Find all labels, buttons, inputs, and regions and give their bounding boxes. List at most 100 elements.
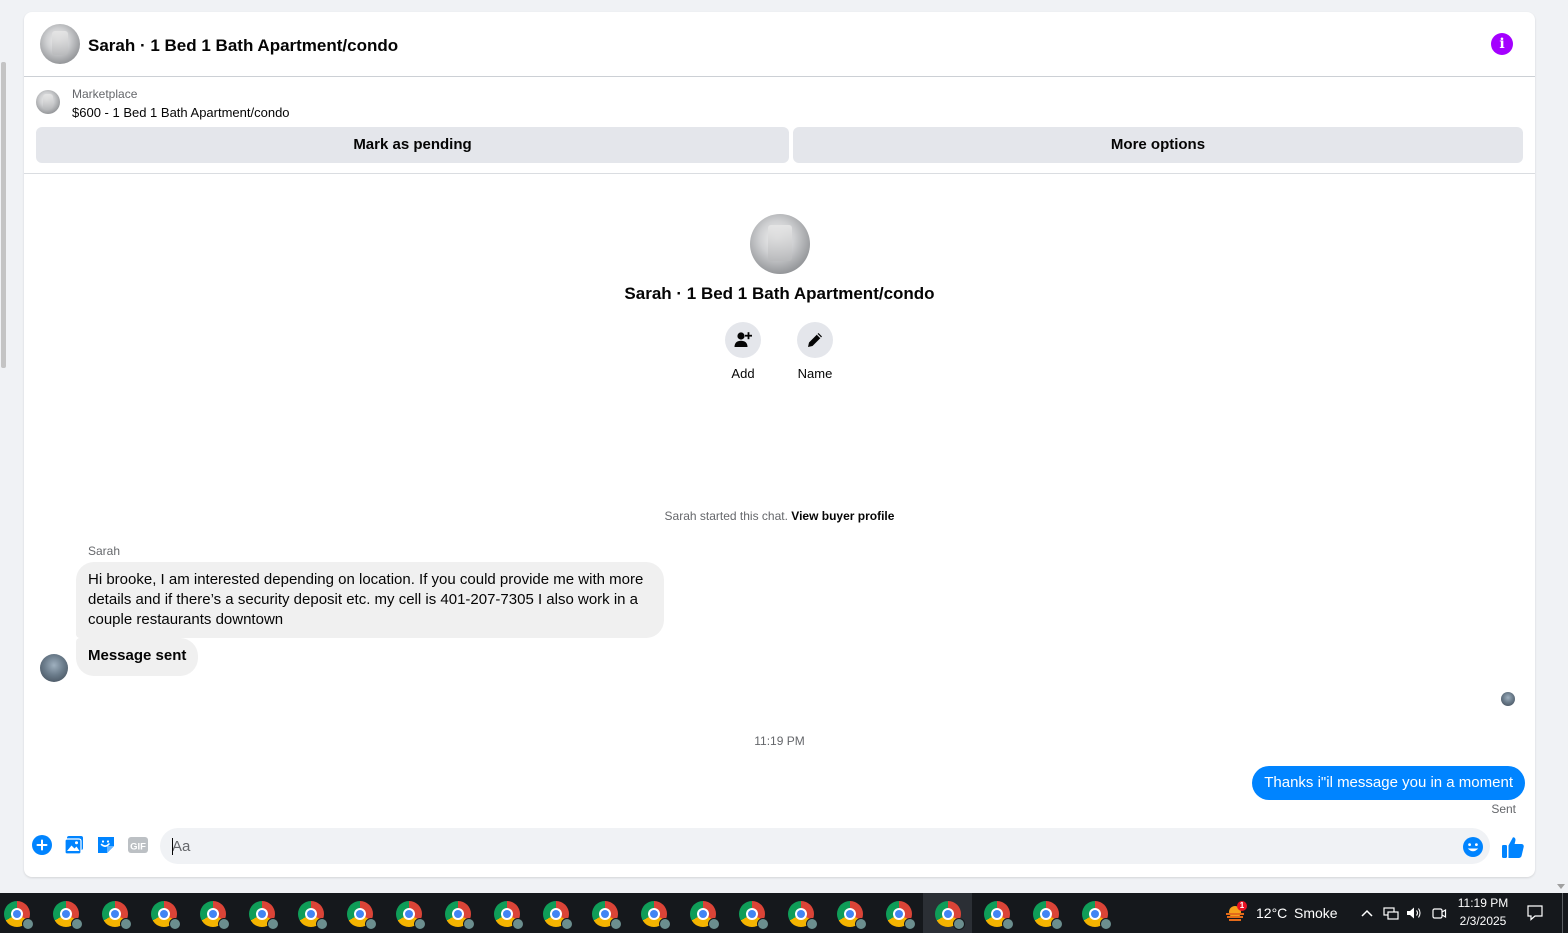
message-timestamp: 11:19 PM [754,734,805,748]
taskbar-chrome-app[interactable] [494,901,524,930]
taskbar-chrome-app[interactable] [935,901,965,930]
gif-button[interactable]: GIF [127,834,149,856]
sent-status: Sent [1491,802,1516,816]
text-caret [172,838,173,855]
clock-date[interactable]: 2/3/2025 [1455,914,1511,928]
profile-badge-icon [610,918,622,930]
show-desktop-divider[interactable] [1562,893,1563,933]
edit-name-button[interactable] [797,322,833,358]
taskbar-chrome-app[interactable] [543,901,573,930]
profile-badge-icon [22,918,34,930]
taskbar-chrome-app[interactable] [151,901,181,930]
message-composer: GIF [24,820,1535,877]
profile-badge-icon [659,918,671,930]
left-scrollbar-thumb[interactable] [1,62,6,368]
taskbar-chrome-app[interactable] [984,901,1014,930]
view-buyer-profile-link[interactable]: View buyer profile [791,509,894,523]
right-scrollbar[interactable] [1554,0,1568,893]
taskbar-chrome-app[interactable] [641,901,671,930]
mark-as-pending-button[interactable]: Mark as pending [36,127,789,163]
gif-icon: GIF [128,837,148,853]
profile-badge-icon [1100,918,1112,930]
more-actions-button[interactable] [31,834,53,856]
more-options-button[interactable]: More options [793,127,1523,163]
name-label: Name [797,366,833,381]
sender-avatar[interactable] [40,654,68,682]
edit-name-action[interactable]: Name [785,322,845,381]
add-person-icon [734,332,752,347]
taskbar-chrome-app[interactable] [788,901,818,930]
taskbar-chrome-app[interactable] [200,901,230,930]
profile-badge-icon [806,918,818,930]
profile-badge-icon [757,918,769,930]
scroll-down-arrow[interactable] [1557,884,1565,889]
taskbar-chrome-app[interactable] [837,901,867,930]
marketplace-listing-bar: Marketplace $600 - 1 Bed 1 Bath Apartmen… [24,78,1535,174]
conversation-header: Sarah · 1 Bed 1 Bath Apartment/condo i [24,12,1535,77]
taskbar-chrome-app[interactable] [592,901,622,930]
windows-taskbar: 1 12°C Smoke 11:19 PM 2/3/2025 [0,893,1568,933]
profile-badge-icon [120,918,132,930]
taskbar-chrome-app[interactable] [1033,901,1063,930]
profile-badge-icon [855,918,867,930]
taskbar-chrome-app[interactable] [690,901,720,930]
message-input[interactable] [160,828,1490,864]
read-receipt-avatar [1501,692,1515,706]
profile-badge-icon [561,918,573,930]
taskbar-chrome-app[interactable] [249,901,279,930]
weather-badge: 1 [1237,901,1247,911]
listing-thumbnail[interactable] [36,90,60,114]
left-scrollbar[interactable] [0,0,8,893]
taskbar-chrome-app[interactable] [445,901,475,930]
network-icon[interactable] [1383,905,1399,921]
speaker-icon[interactable] [1406,905,1422,921]
weather-description[interactable]: Smoke [1294,905,1338,921]
attach-photo-button[interactable] [63,834,85,856]
incoming-message[interactable]: Message sent [76,638,199,676]
taskbar-chrome-app[interactable] [396,901,426,930]
taskbar-chrome-app[interactable] [1082,901,1112,930]
taskbar-chrome-app[interactable] [53,901,83,930]
photo-icon [64,836,83,855]
add-person-button[interactable] [725,322,761,358]
emoji-button[interactable] [1462,836,1484,858]
taskbar-chrome-app[interactable] [298,901,328,930]
thumbs-up-icon [1502,837,1524,858]
profile-badge-icon [953,918,965,930]
taskbar-chrome-app[interactable] [886,901,916,930]
smiley-icon [1463,837,1483,857]
taskbar-chrome-app[interactable] [102,901,132,930]
listing-price-title[interactable]: $600 - 1 Bed 1 Bath Apartment/condo [72,105,290,120]
sticker-icon [98,837,114,853]
gif-icon-text: GIF [130,842,146,853]
profile-badge-icon [708,918,720,930]
profile-badge-icon [1051,918,1063,930]
taskbar-chrome-app[interactable] [739,901,769,930]
profile-avatar[interactable] [750,214,810,274]
profile-badge-icon [904,918,916,930]
taskbar-chrome-app[interactable] [347,901,377,930]
like-button[interactable] [1500,834,1526,860]
outgoing-message[interactable]: Thanks i"il message you in a moment [1252,766,1525,800]
chevron-up-icon[interactable] [1359,905,1375,921]
listing-avatar[interactable] [40,24,80,64]
weather-temperature[interactable]: 12°C [1256,905,1287,921]
profile-badge-icon [512,918,524,930]
add-person-action[interactable]: Add [713,322,773,381]
conversation-title[interactable]: Sarah · 1 Bed 1 Bath Apartment/condo [88,36,398,56]
profile-name: Sarah · 1 Bed 1 Bath Apartment/condo [624,284,935,303]
incoming-message[interactable]: Hi brooke, I am interested depending on … [76,562,664,638]
profile-badge-icon [414,918,426,930]
chat-started-notice: Sarah started this chat. View buyer prof… [24,509,1535,523]
meet-now-icon[interactable] [1431,905,1447,921]
profile-badge-icon [1002,918,1014,930]
taskbar-chrome-app[interactable] [4,901,34,930]
clock-time[interactable]: 11:19 PM [1455,896,1511,910]
info-icon[interactable]: i [1491,33,1513,55]
sticker-button[interactable] [95,834,117,856]
profile-badge-icon [267,918,279,930]
profile-badge-icon [218,918,230,930]
profile-badge-icon [463,918,475,930]
add-label: Add [731,366,755,381]
notifications-icon[interactable] [1526,904,1544,922]
